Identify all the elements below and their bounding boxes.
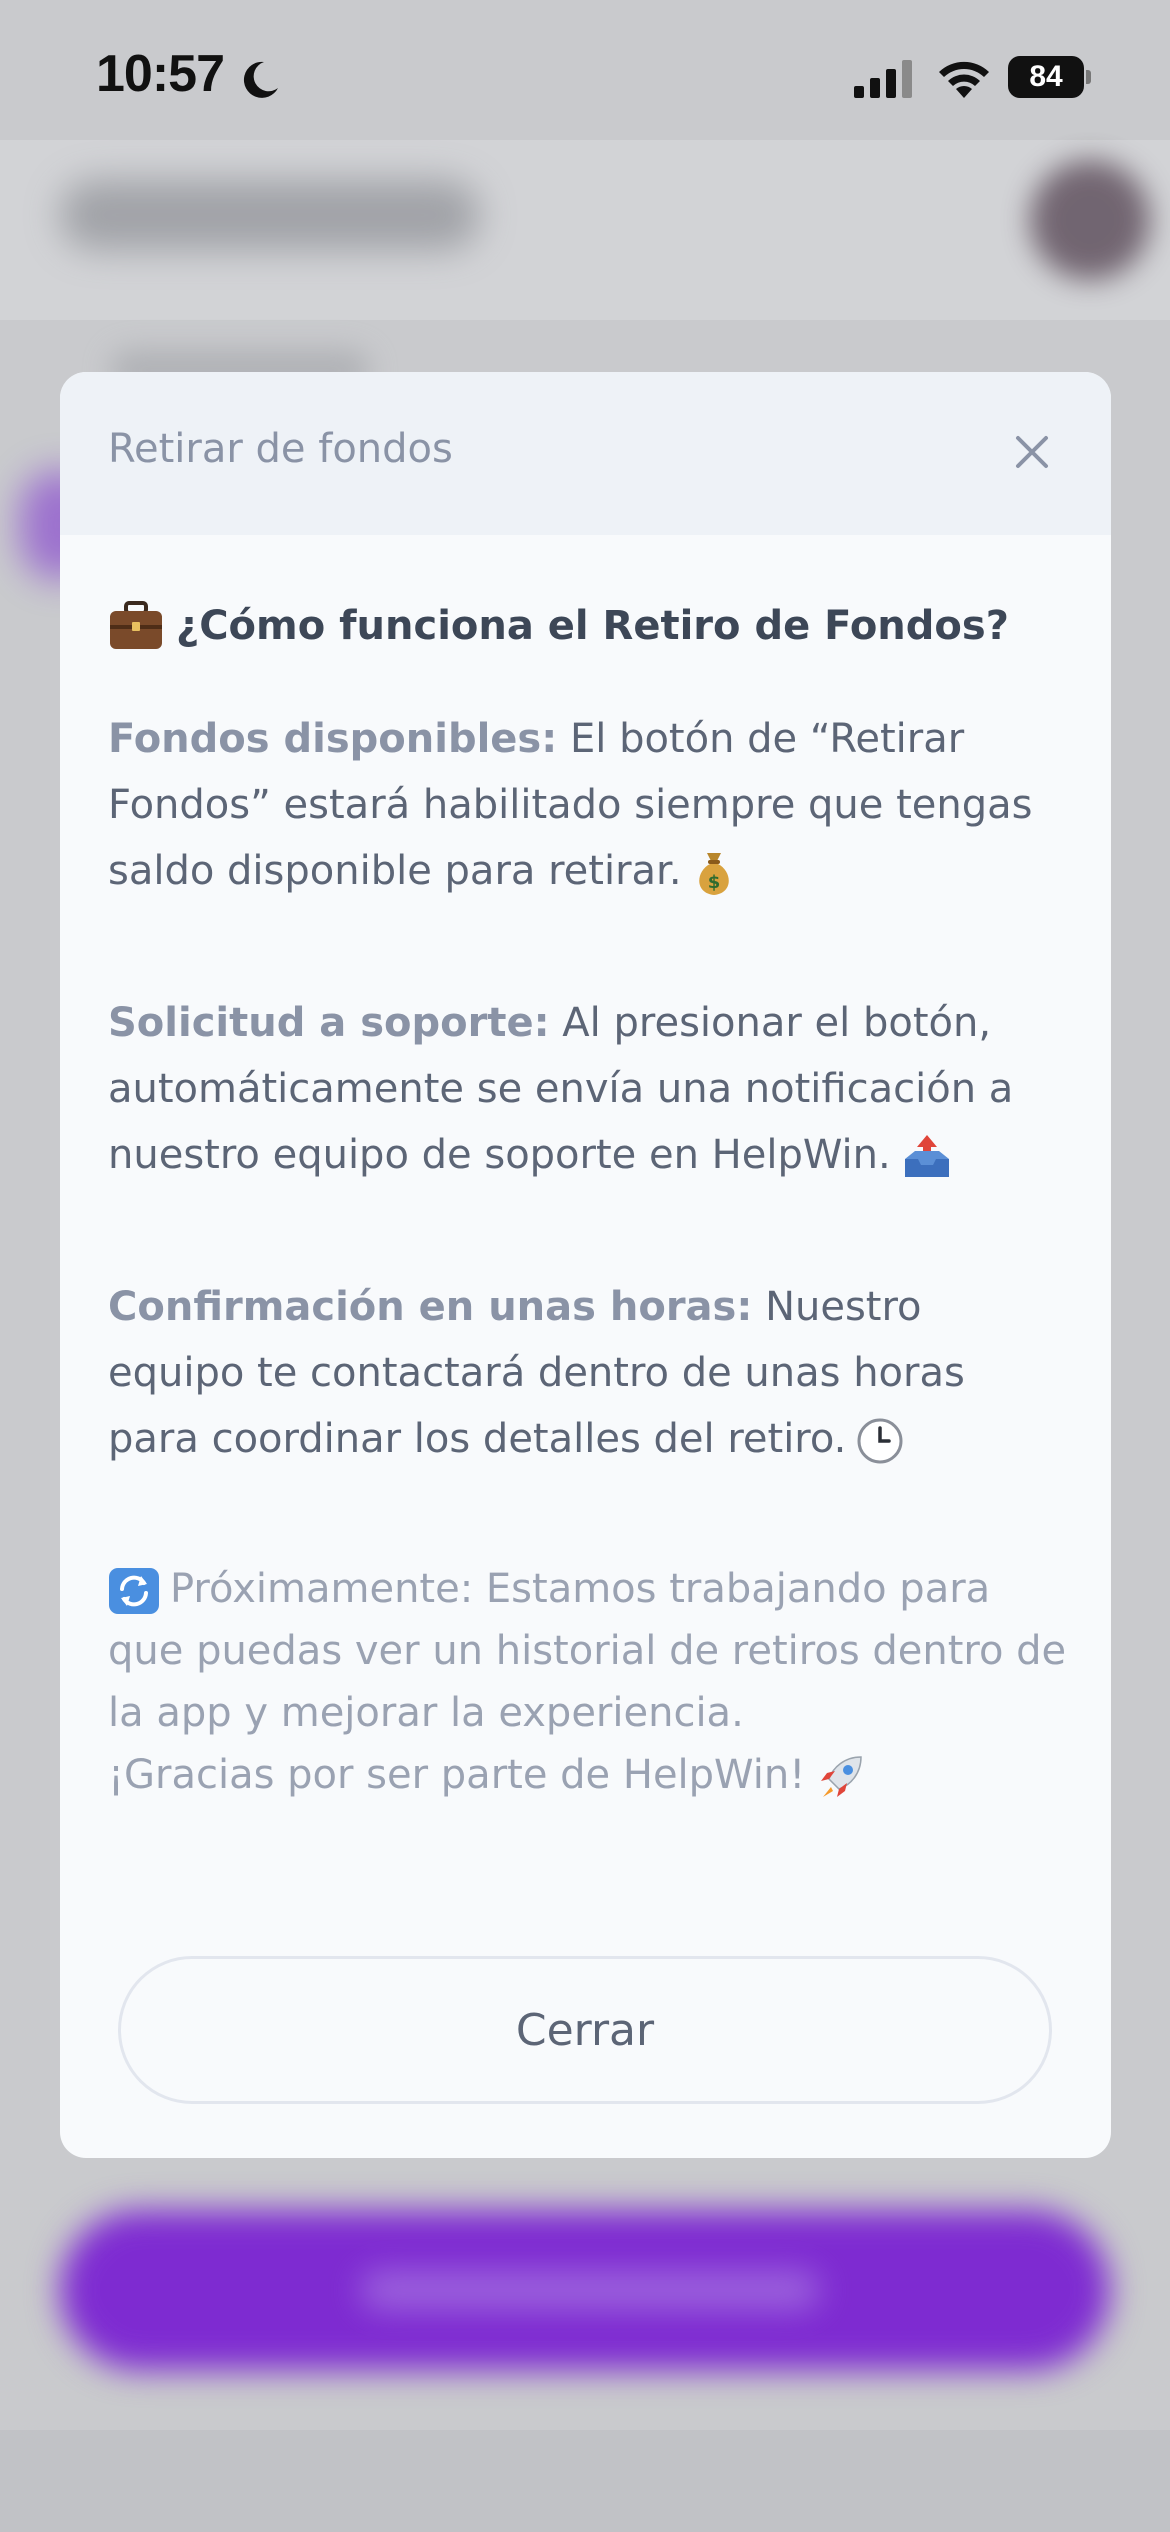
status-bar: 10:57 84 xyxy=(0,0,1170,150)
modal-header: Retirar de fondos xyxy=(60,372,1111,535)
modal-title: Retirar de fondos xyxy=(108,426,453,472)
briefcase-icon xyxy=(110,601,162,649)
moon-icon xyxy=(243,61,278,98)
withdraw-info-modal: Retirar de fondos ¿Cómo funciona el Reti… xyxy=(60,372,1111,2158)
info-item-label: Fondos disponibles: xyxy=(108,716,558,762)
close-button-label: Cerrar xyxy=(515,2004,655,2056)
background-bottom-bar xyxy=(0,2430,1170,2532)
battery-icon: 84 xyxy=(1008,56,1091,98)
signal-icon xyxy=(854,60,912,98)
modal-body: ¿Cómo funciona el Retiro de Fondos? Fond… xyxy=(108,598,1068,1892)
wifi-icon xyxy=(939,61,989,98)
info-item: Solicitud a soporte: Al presionar el bot… xyxy=(108,990,1068,1188)
close-icon[interactable] xyxy=(1010,430,1054,474)
clock-icon xyxy=(857,1418,903,1464)
money-bag-icon: $ xyxy=(698,853,729,895)
status-time: 10:57 xyxy=(96,45,225,103)
info-item: Confirmación en unas horas: Nuestro equi… xyxy=(108,1274,1068,1472)
coming-soon-note: Próximamente: Estamos trabajando para qu… xyxy=(108,1558,1068,1806)
outbox-tray-icon xyxy=(904,1135,949,1177)
coming-soon-text: Próximamente: Estamos trabajando para qu… xyxy=(108,1566,1067,1736)
thanks-text: ¡Gracias por ser parte de HelpWin! xyxy=(108,1752,806,1798)
refresh-icon xyxy=(109,1568,159,1614)
info-item-label: Confirmación en unas horas: xyxy=(108,1284,753,1330)
battery-level: 84 xyxy=(1029,60,1063,93)
background-avatar xyxy=(1030,160,1150,280)
modal-heading: ¿Cómo funciona el Retiro de Fondos? xyxy=(108,598,1068,654)
info-item: Fondos disponibles: El botón de “Retirar… xyxy=(108,706,1068,904)
battery-cap xyxy=(1086,70,1091,84)
background-withdraw-button-label xyxy=(360,2270,820,2310)
svg-text:$: $ xyxy=(707,872,720,893)
background-title xyxy=(60,180,480,250)
close-button[interactable]: Cerrar xyxy=(118,1956,1052,2104)
info-item-label: Solicitud a soporte: xyxy=(108,1000,550,1046)
battery-body: 84 xyxy=(1008,56,1084,98)
rocket-icon xyxy=(821,1756,862,1797)
modal-heading-text: ¿Cómo funciona el Retiro de Fondos? xyxy=(176,603,1009,649)
